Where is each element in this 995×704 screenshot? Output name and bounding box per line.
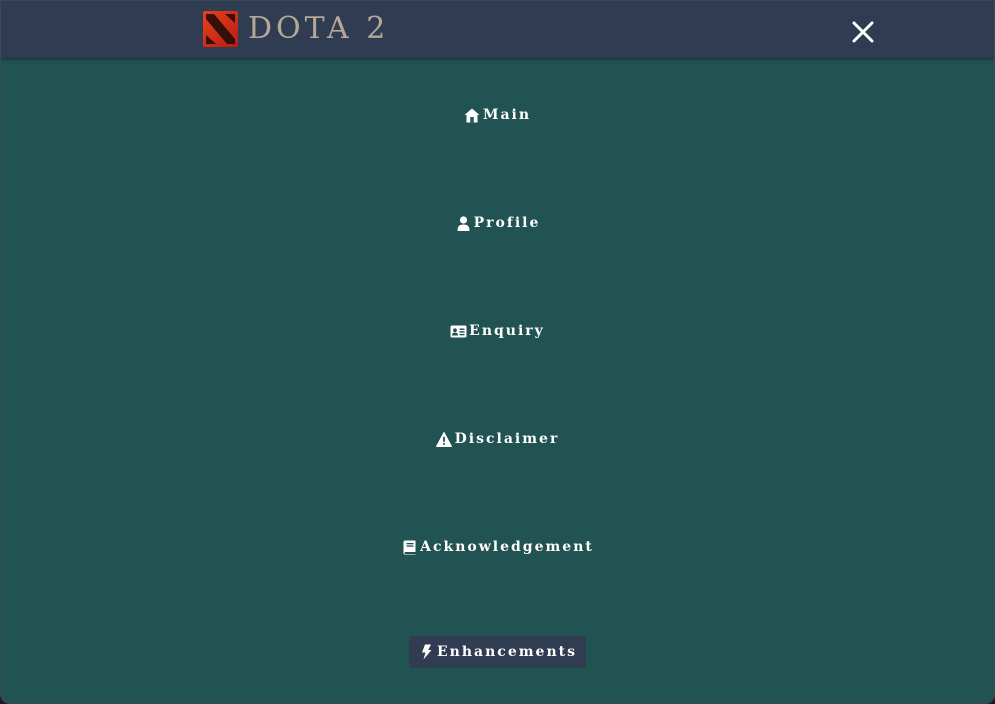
- bolt-icon: [418, 644, 435, 660]
- book-icon: [401, 539, 418, 555]
- menu-item-enquiry: Enquiry: [1, 317, 994, 345]
- user-icon: [455, 215, 472, 231]
- menu-label-disclaimer: Disclaimer: [454, 431, 560, 447]
- menu-link-enquiry[interactable]: Enquiry: [442, 317, 553, 345]
- brand[interactable]: DOTA 2: [203, 10, 389, 48]
- menu-link-disclaimer[interactable]: Disclaimer: [428, 425, 568, 453]
- menu-label-main: Main: [482, 107, 532, 123]
- home-icon: [464, 107, 481, 123]
- menu-item-acknowledgement: Acknowledgement: [1, 533, 994, 561]
- id-card-icon: [450, 323, 467, 339]
- top-bar: DOTA 2: [1, 1, 994, 58]
- menu-label-enhancements: Enhancements: [437, 644, 577, 660]
- menu-label-profile: Profile: [473, 215, 541, 231]
- close-icon: [852, 21, 874, 43]
- menu-label-enquiry: Enquiry: [469, 323, 545, 339]
- dota2-logo-icon: [203, 11, 238, 47]
- app-window: DOTA 2 Main Profile Enquiry Disclaimer A…: [0, 0, 995, 704]
- menu-link-enhancements[interactable]: Enhancements: [409, 636, 586, 668]
- close-button[interactable]: [847, 16, 879, 48]
- menu-item-enhancements: Enhancements: [1, 636, 994, 668]
- warning-icon: [436, 431, 453, 447]
- nav-menu: Main Profile Enquiry Disclaimer Acknowle…: [1, 58, 994, 703]
- menu-link-profile[interactable]: Profile: [447, 209, 549, 237]
- menu-item-main: Main: [1, 101, 994, 129]
- menu-link-main[interactable]: Main: [456, 101, 539, 129]
- brand-title: DOTA 2: [248, 11, 390, 46]
- menu-item-profile: Profile: [1, 209, 994, 237]
- menu-item-disclaimer: Disclaimer: [1, 425, 994, 453]
- menu-label-acknowledgement: Acknowledgement: [420, 539, 594, 555]
- menu-link-acknowledgement[interactable]: Acknowledgement: [393, 533, 602, 561]
